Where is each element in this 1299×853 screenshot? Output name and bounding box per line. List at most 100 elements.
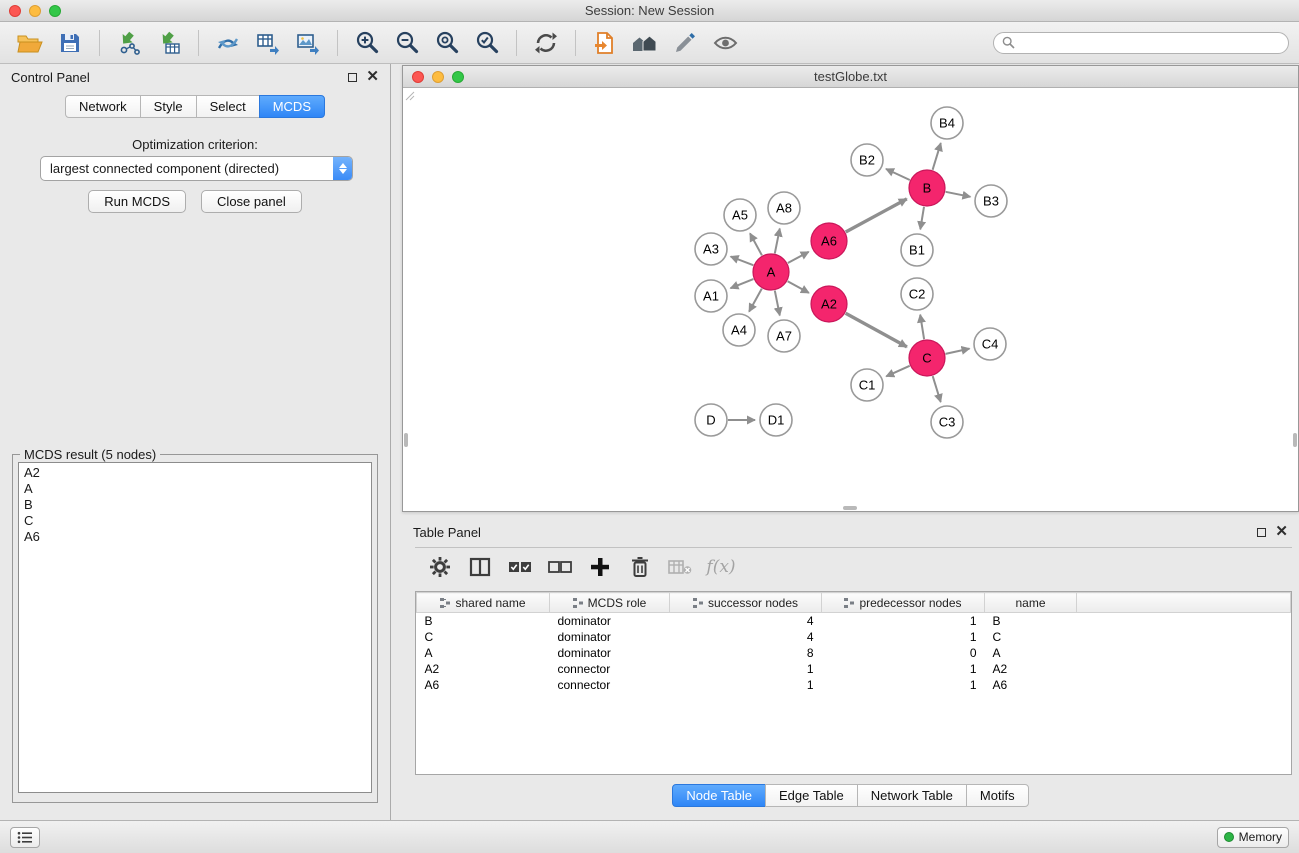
graph-edge-A-A4[interactable] — [749, 289, 762, 312]
table-cell[interactable]: B — [985, 613, 1077, 629]
table-row[interactable]: Adominator80A — [417, 645, 1291, 661]
table-cell[interactable]: A — [417, 645, 550, 661]
graph-node-B[interactable]: B — [909, 170, 945, 206]
delete-column-button[interactable] — [623, 552, 657, 582]
run-mcds-button[interactable]: Run MCDS — [88, 190, 186, 213]
graph-edge-A-A7[interactable] — [775, 291, 780, 316]
graph-edge-A6-B[interactable] — [846, 199, 907, 232]
graph-node-A8[interactable]: A8 — [768, 192, 800, 224]
close-panel-button[interactable]: Close panel — [201, 190, 302, 213]
table-cell[interactable]: C — [985, 629, 1077, 645]
graph-node-B2[interactable]: B2 — [851, 144, 883, 176]
graph-node-B1[interactable]: B1 — [901, 234, 933, 266]
graph-node-C1[interactable]: C1 — [851, 369, 883, 401]
graph-edge-C-C4[interactable] — [946, 349, 970, 354]
graph-node-A1[interactable]: A1 — [695, 280, 727, 312]
table-cell[interactable]: dominator — [550, 645, 670, 661]
table-cell[interactable]: dominator — [550, 629, 670, 645]
graph-edge-B-B1[interactable] — [920, 207, 924, 230]
mcds-result-item[interactable]: A2 — [24, 465, 366, 481]
export-image-button[interactable] — [288, 27, 328, 59]
graph-node-B4[interactable]: B4 — [931, 107, 963, 139]
column-header-predecessor-nodes[interactable]: predecessor nodes — [822, 593, 985, 613]
graph-edge-B-B2[interactable] — [886, 169, 910, 180]
dropdown-stepper[interactable] — [333, 157, 352, 180]
table-cell[interactable]: 1 — [670, 661, 822, 677]
zoom-fit-button[interactable] — [427, 27, 467, 59]
graph-edge-A-A1[interactable] — [731, 279, 754, 288]
show-hide-button[interactable] — [705, 27, 745, 59]
mcds-result-item[interactable]: C — [24, 513, 366, 529]
graph-node-C[interactable]: C — [909, 340, 945, 376]
mcds-result-item[interactable]: A6 — [24, 529, 366, 545]
table-cell[interactable]: 1 — [822, 677, 985, 693]
float-panel-icon[interactable] — [1257, 528, 1266, 537]
table-cell[interactable]: connector — [550, 677, 670, 693]
table-cell[interactable]: dominator — [550, 613, 670, 629]
tab-select[interactable]: Select — [196, 95, 260, 118]
vertical-scrollbar[interactable] — [404, 433, 408, 447]
table-cell[interactable]: 0 — [822, 645, 985, 661]
save-session-button[interactable] — [50, 27, 90, 59]
graph-edge-B-B4[interactable] — [933, 143, 941, 170]
graph-edge-A-A2[interactable] — [788, 281, 809, 293]
close-panel-icon[interactable]: ✕ — [1275, 527, 1288, 537]
graph-edge-A-A3[interactable] — [731, 257, 754, 266]
add-column-button[interactable] — [583, 552, 617, 582]
table-cell[interactable]: 1 — [822, 613, 985, 629]
graph-edge-C-C3[interactable] — [933, 376, 941, 402]
graph-node-C4[interactable]: C4 — [974, 328, 1006, 360]
graph-edge-A-A5[interactable] — [750, 233, 762, 255]
tab-network[interactable]: Network — [65, 95, 141, 118]
home-overview-button[interactable] — [625, 27, 665, 59]
graph-node-D[interactable]: D — [695, 404, 727, 436]
tab-node-table[interactable]: Node Table — [672, 784, 766, 807]
deselect-all-button[interactable] — [543, 552, 577, 582]
show-columns-button[interactable] — [463, 552, 497, 582]
table-cell[interactable]: B — [417, 613, 550, 629]
graph-node-C2[interactable]: C2 — [901, 278, 933, 310]
mcds-result-list[interactable]: A2ABCA6 — [18, 462, 372, 793]
refresh-button[interactable] — [526, 27, 566, 59]
table-cell[interactable]: 1 — [670, 677, 822, 693]
table-cell[interactable]: 8 — [670, 645, 822, 661]
new-table-button[interactable] — [248, 27, 288, 59]
column-header-shared-name[interactable]: shared name — [417, 593, 550, 613]
graph-edge-C-C2[interactable] — [920, 315, 924, 340]
graph-node-A5[interactable]: A5 — [724, 199, 756, 231]
column-header-name[interactable]: name — [985, 593, 1077, 613]
zoom-out-button[interactable] — [387, 27, 427, 59]
float-panel-icon[interactable] — [348, 73, 357, 82]
graph-edge-C-C1[interactable] — [886, 366, 910, 377]
table-cell[interactable]: A2 — [985, 661, 1077, 677]
graph-edge-A-A8[interactable] — [775, 229, 780, 254]
import-network-button[interactable] — [109, 27, 149, 59]
table-cell[interactable]: 1 — [822, 661, 985, 677]
import-table-button[interactable] — [149, 27, 189, 59]
table-cell[interactable]: 4 — [670, 629, 822, 645]
zoom-in-button[interactable] — [347, 27, 387, 59]
table-cell[interactable]: 1 — [822, 629, 985, 645]
zoom-selected-button[interactable] — [467, 27, 507, 59]
table-row[interactable]: A2connector11A2 — [417, 661, 1291, 677]
optimization-criterion-dropdown[interactable]: largest connected component (directed) — [40, 156, 353, 181]
graph-node-A3[interactable]: A3 — [695, 233, 727, 265]
show-panels-button[interactable] — [10, 827, 40, 848]
graph-edge-B-B3[interactable] — [946, 192, 971, 197]
vertical-scrollbar[interactable] — [1293, 433, 1297, 447]
close-panel-icon[interactable]: ✕ — [366, 72, 379, 82]
memory-button[interactable]: Memory — [1217, 827, 1289, 848]
column-header-successor-nodes[interactable]: successor nodes — [670, 593, 822, 613]
table-cell[interactable]: A — [985, 645, 1077, 661]
mcds-result-item[interactable]: A — [24, 481, 366, 497]
horizontal-scrollbar[interactable] — [843, 506, 857, 510]
tab-style[interactable]: Style — [140, 95, 197, 118]
table-settings-button[interactable] — [423, 552, 457, 582]
table-cell[interactable]: A6 — [417, 677, 550, 693]
graph-edge-A2-C[interactable] — [846, 313, 907, 347]
new-network-button[interactable] — [208, 27, 248, 59]
select-all-button[interactable] — [503, 552, 537, 582]
table-cell[interactable]: 4 — [670, 613, 822, 629]
network-graph[interactable]: B4B2BB3A5A8A6A3B1AC2A1A2A4A7C4CC1DD1C3 — [403, 89, 1298, 512]
tab-network-table[interactable]: Network Table — [857, 784, 967, 807]
